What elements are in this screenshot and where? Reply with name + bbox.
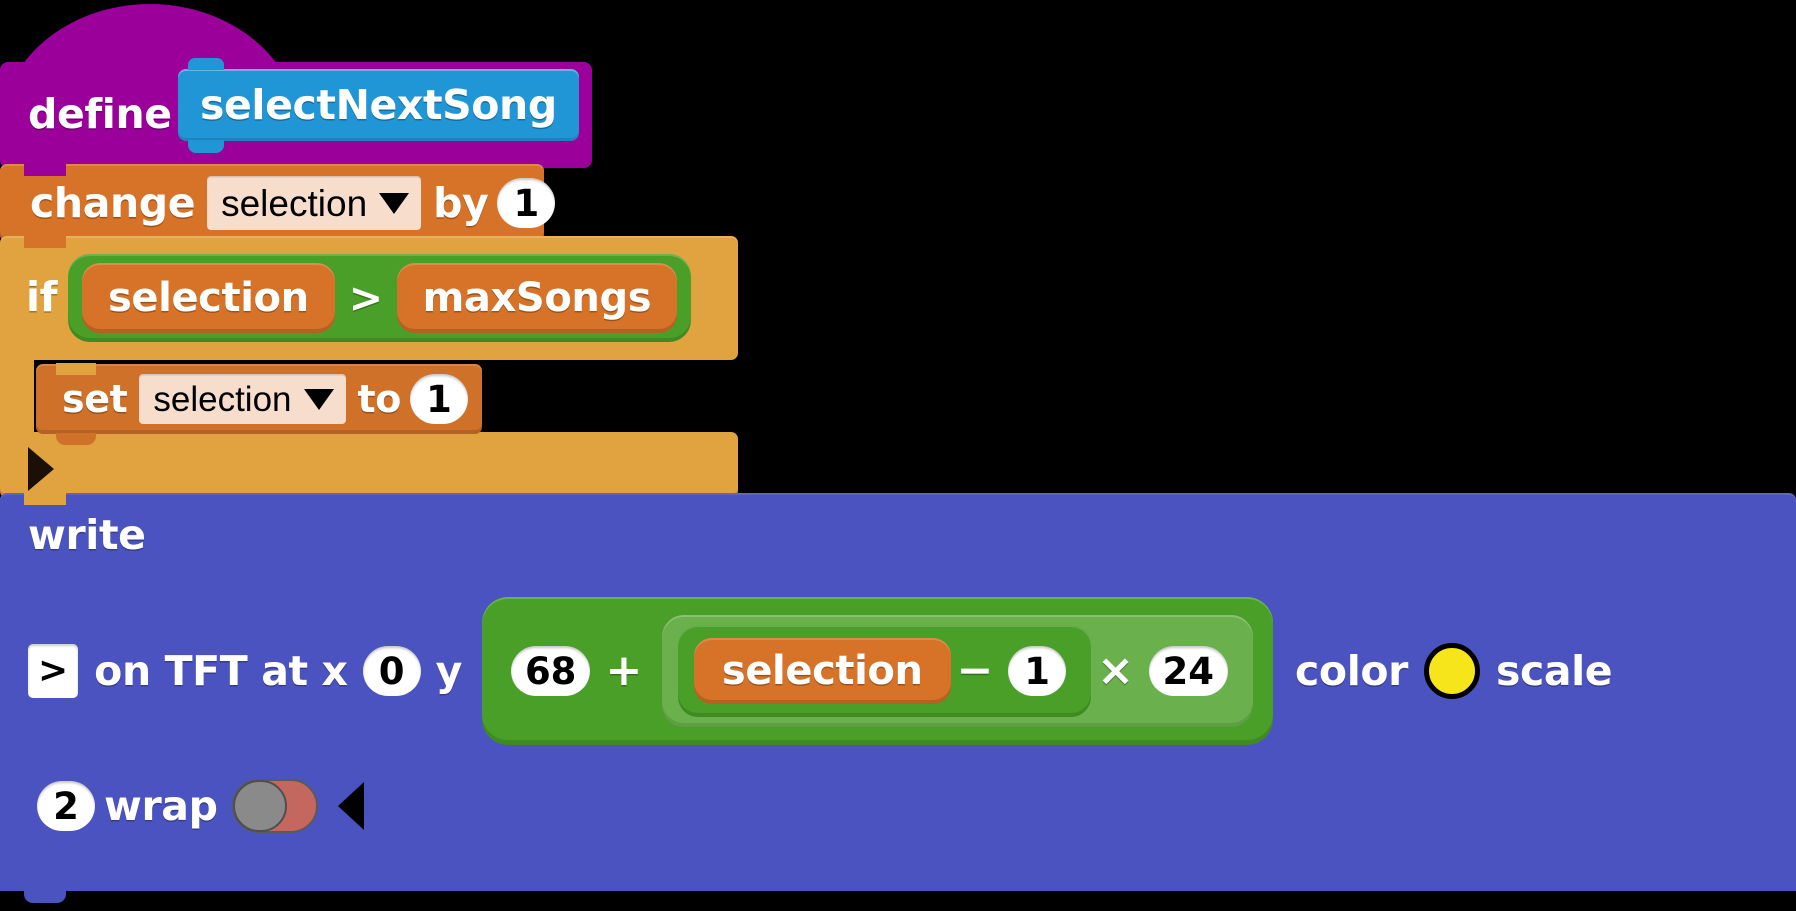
variable-reporter-selection-label: selection	[721, 648, 923, 694]
define-keyword-label: define	[28, 90, 172, 138]
write-on-tft-label: on TFT at x	[94, 646, 348, 695]
write-color-label: color	[1295, 646, 1408, 695]
if-block-top-notch	[24, 235, 66, 248]
greater-than-predicate[interactable]: selection > maxSongs	[68, 254, 692, 342]
write-x-value: 0	[378, 649, 405, 693]
multiplication-right-input[interactable]: 24	[1148, 646, 1229, 696]
chevron-down-icon	[303, 388, 334, 410]
set-block-bottom-notch	[56, 433, 96, 445]
variable-reporter-left-label: selection	[108, 275, 309, 321]
subtraction-right-value: 1	[1024, 649, 1050, 693]
minus-sign: −	[956, 645, 994, 696]
variable-reporter-left[interactable]: selection	[82, 263, 335, 333]
set-value-number: 1	[426, 377, 452, 421]
collapse-arrow-icon[interactable]	[337, 782, 364, 830]
write-block-top-notch	[24, 492, 66, 505]
variable-reporter-right-label: maxSongs	[422, 275, 652, 321]
plus-sign: +	[605, 645, 642, 696]
chevron-down-icon	[379, 192, 410, 214]
write-y-label: y	[435, 646, 463, 695]
set-variable-name: selection	[153, 379, 292, 419]
addition-left-input[interactable]: 68	[510, 646, 591, 696]
change-block-top-notch	[24, 163, 66, 176]
change-amount-input[interactable]: 1	[497, 178, 556, 228]
set-variable-dropdown[interactable]: selection	[139, 374, 346, 424]
write-text-input[interactable]: >	[28, 644, 79, 698]
wrap-toggle-switch[interactable]	[231, 779, 318, 833]
set-block-top-notch	[56, 363, 96, 375]
write-block-wrap-row: 2 wrap	[28, 771, 364, 841]
set-value-input[interactable]: 1	[409, 374, 468, 424]
multiplication-operator-block[interactable]: selection − 1 × 24	[661, 615, 1254, 727]
addition-operator-block[interactable]: 68 + selection − 1 × 24	[481, 597, 1274, 745]
if-keyword-label: if	[26, 273, 58, 321]
set-keyword-label: set	[62, 377, 128, 421]
change-keyword-label: change	[30, 178, 196, 227]
variable-reporter-selection[interactable]: selection	[693, 638, 951, 704]
addition-left-value: 68	[524, 649, 577, 693]
write-keyword-label: write	[28, 511, 146, 559]
set-to-label: to	[357, 377, 402, 421]
greater-than-sign: >	[348, 273, 383, 322]
write-scale-value: 2	[53, 784, 79, 828]
write-block-arguments-row: > on TFT at x 0 y 68 + selection − 1 × 2…	[28, 597, 1618, 745]
script-canvas: define selectNextSong change selection b…	[0, 0, 1796, 911]
change-by-label: by	[433, 178, 489, 227]
write-wrap-label: wrap	[104, 781, 218, 830]
write-x-input[interactable]: 0	[362, 646, 421, 696]
write-scale-input[interactable]: 2	[37, 781, 95, 831]
change-amount-value: 1	[513, 181, 540, 225]
write-on-tft-block[interactable]: write > on TFT at x 0 y 68 + selection −…	[0, 492, 1796, 903]
set-variable-block[interactable]: set selection to 1	[36, 363, 482, 445]
expand-arrow-icon[interactable]	[28, 447, 54, 491]
define-hat-block[interactable]: define selectNextSong	[0, 4, 592, 181]
change-variable-dropdown[interactable]: selection	[207, 176, 422, 230]
write-scale-label: scale	[1495, 646, 1613, 695]
subtraction-operator-block[interactable]: selection − 1	[677, 625, 1092, 717]
if-block-footer	[0, 432, 738, 510]
procedure-name-field[interactable]: selectNextSong	[178, 58, 579, 153]
subtraction-right-input[interactable]: 1	[1008, 646, 1067, 696]
change-variable-name: selection	[221, 182, 368, 224]
change-variable-block[interactable]: change selection by 1	[0, 163, 556, 254]
color-swatch-picker[interactable]	[1423, 643, 1480, 699]
times-sign: ×	[1097, 645, 1134, 696]
variable-reporter-right[interactable]: maxSongs	[396, 263, 678, 333]
write-block-bottom-notch	[24, 890, 66, 903]
wrap-toggle-knob	[232, 780, 287, 832]
procedure-name-label: selectNextSong	[200, 80, 557, 129]
write-text-value: >	[38, 650, 69, 691]
multiplication-right-value: 24	[1162, 649, 1215, 693]
